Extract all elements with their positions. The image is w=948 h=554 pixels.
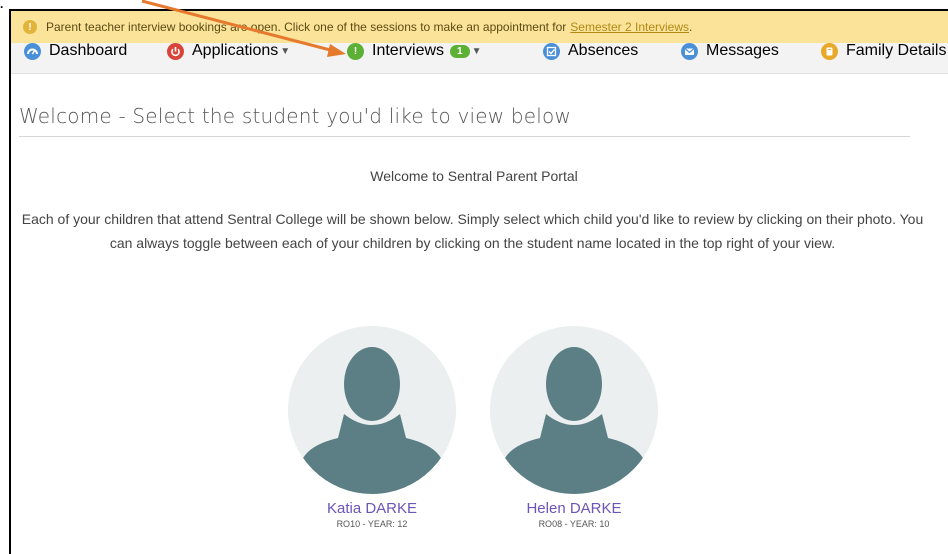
notice-tail: . [689,20,693,34]
nav-item-messages[interactable]: Messages [681,42,779,60]
nav-label-dashboard: Dashboard [49,42,128,59]
check-icon [543,42,560,60]
title-divider [19,136,910,137]
nav-item-absences[interactable]: Absences [543,42,638,60]
welcome-heading: Welcome to Sentral Parent Portal [370,168,578,184]
student-name[interactable]: Katia DARKE [288,500,456,517]
nav-item-interviews[interactable]: ! Interviews 1 ▼ [347,42,482,60]
student-photo-katia[interactable] [288,326,456,494]
app-window: ! Parent teacher interview bookings are … [9,9,948,554]
nav-label-applications: Applications [192,42,279,59]
book-icon [821,42,838,60]
interviews-count-badge: 1 [450,44,470,58]
envelope-icon [681,42,698,60]
intro-paragraph: Each of your children that attend Sentra… [21,211,924,251]
semester-2-interviews-link[interactable]: Semester 2 Interviews [570,20,689,34]
page-title: Welcome - Select the student you'd like … [19,104,572,128]
silhouette-head [546,347,602,421]
nav-label-messages: Messages [706,42,779,59]
power-icon [167,42,184,60]
chevron-down-icon: ▼ [471,45,482,57]
nav-label-absences: Absences [568,42,639,59]
student-name[interactable]: Helen DARKE [490,500,658,517]
notice-text: Parent teacher interview bookings are op… [46,20,567,34]
nav-label-interviews: Interviews [372,42,445,59]
nav-item-applications[interactable]: Applications ▼ [167,42,290,60]
student-info: RO08 - YEAR: 10 [538,519,610,529]
student-info: RO10 - YEAR: 12 [336,519,408,529]
chevron-down-icon: ▼ [280,45,291,57]
alert-icon: ! [347,42,364,60]
student-card-katia: Katia DARKE RO10 - YEAR: 12 [288,326,456,529]
nav-label-family-details: Family Details [846,42,947,59]
svg-text:.: . [0,0,3,11]
student-photo-helen[interactable] [490,326,658,494]
interview-notice-banner: ! Parent teacher interview bookings are … [11,11,948,43]
dashboard-icon [24,42,41,60]
nav-item-dashboard[interactable]: Dashboard [24,42,127,60]
warning-icon: ! [23,20,37,34]
nav-item-family-details[interactable]: Family Details [821,42,946,60]
silhouette-head [344,347,400,421]
student-card-helen: Helen DARKE RO08 - YEAR: 10 [490,326,658,529]
